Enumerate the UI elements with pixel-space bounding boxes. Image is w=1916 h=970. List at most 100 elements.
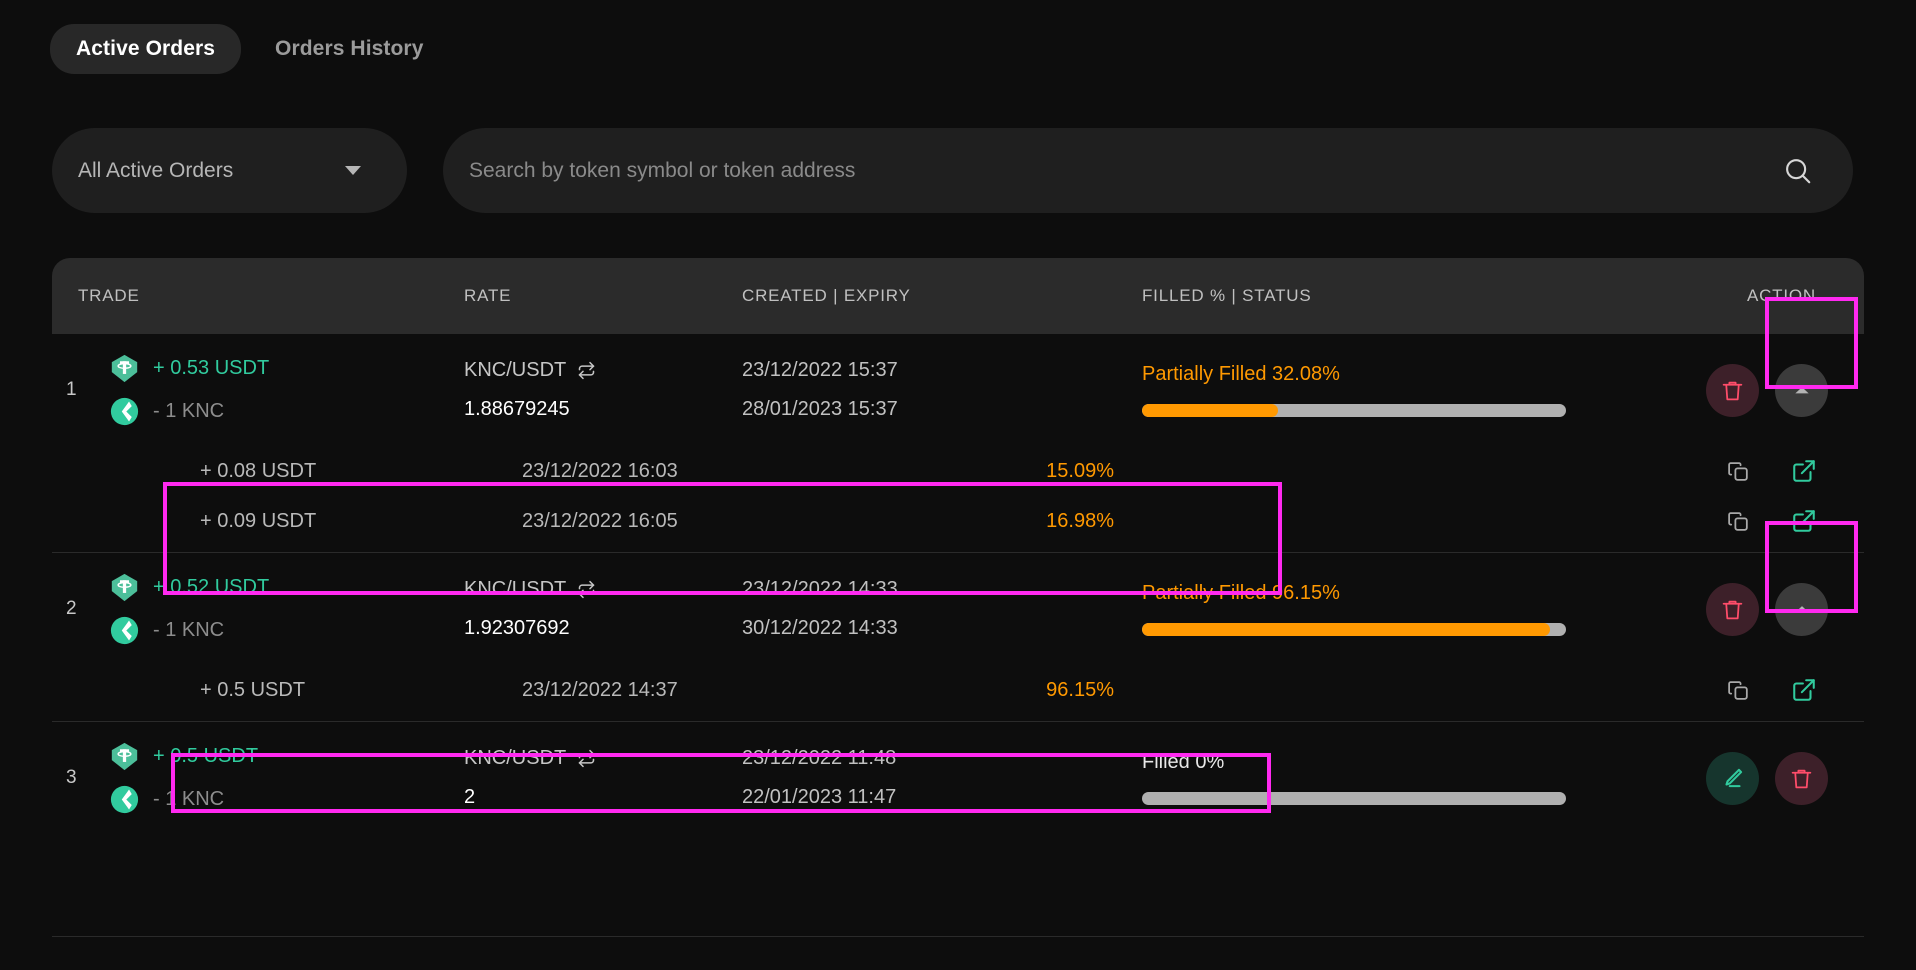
created-date: 23/12/2022 15:37	[742, 359, 898, 381]
trade-buy-amount: + 0.5 USDT	[153, 745, 259, 767]
collapse-button[interactable]	[1775, 363, 1828, 417]
order-status-filter[interactable]: All Active Orders	[52, 128, 407, 213]
trade-buy-line: + 0.52 USDT	[110, 573, 464, 602]
knc-token-icon	[110, 616, 139, 645]
trade-sell-amount: - 1 KNC	[153, 400, 225, 422]
delete-button[interactable]	[1706, 582, 1759, 636]
dates-cell: 23/12/2022 11:48 22/01/2023 11:47	[742, 747, 1142, 809]
external-link-button[interactable]	[1790, 507, 1818, 535]
tab-active-orders[interactable]: Active Orders	[50, 24, 242, 74]
table-row: 1 + 0.53 USDT - 1 KNC KNC/USDT 1.8867924…	[52, 334, 1864, 552]
order-summary-row: 3 + 0.5 USDT - 1 KNC KNC/USDT 2 23/12/20…	[52, 722, 1864, 834]
knc-token-icon	[110, 785, 139, 814]
fill-amount: + 0.08 USDT	[200, 459, 317, 482]
rate-pair-label: KNC/USDT	[464, 578, 567, 600]
trade-cell: + 0.5 USDT - 1 KNC	[52, 742, 464, 814]
trash-icon	[1722, 600, 1743, 619]
created-date: 23/12/2022 14:33	[742, 578, 898, 600]
swap-arrows-icon[interactable]	[576, 360, 597, 381]
progress-bar-track	[1142, 623, 1566, 636]
trash-icon	[1722, 381, 1743, 400]
tab-orders-history[interactable]: Orders History	[249, 24, 449, 74]
fill-actions	[1114, 676, 1864, 704]
table-row: 2 + 0.52 USDT - 1 KNC KNC/USDT 1.9230769…	[52, 552, 1864, 721]
delete-button[interactable]	[1775, 751, 1828, 805]
search-input[interactable]	[469, 158, 1783, 183]
delete-button[interactable]	[1706, 363, 1759, 417]
copy-button[interactable]	[1724, 507, 1752, 535]
swap-arrows-icon[interactable]	[576, 579, 597, 600]
progress-bar-fill	[1142, 404, 1279, 417]
order-index: 1	[66, 379, 77, 400]
rate-pair-label: KNC/USDT	[464, 359, 567, 381]
trade-sell-line: - 1 KNC	[110, 397, 464, 426]
order-summary-row: 1 + 0.53 USDT - 1 KNC KNC/USDT 1.8867924…	[52, 334, 1864, 446]
rate-cell: KNC/USDT 1.88679245	[464, 359, 742, 421]
rate-pair: KNC/USDT	[464, 359, 742, 382]
rate-pair: KNC/USDT	[464, 747, 742, 770]
column-header-rate: RATE	[464, 286, 512, 305]
status-cell: Partially Filled 96.15%	[1142, 582, 1572, 636]
fill-date: 23/12/2022 16:05	[522, 509, 678, 532]
usdt-token-icon	[111, 354, 138, 383]
created-date: 23/12/2022 11:48	[742, 747, 897, 769]
external-link-button[interactable]	[1790, 457, 1818, 485]
chevron-down-icon	[345, 166, 361, 175]
order-index: 3	[66, 767, 77, 788]
copy-icon	[1727, 511, 1748, 531]
list-item: + 0.08 USDT 23/12/2022 16:03 15.09%	[52, 446, 1864, 496]
trade-cell: + 0.53 USDT - 1 KNC	[52, 354, 464, 426]
external-link-icon	[1793, 679, 1815, 701]
expiry-date: 30/12/2022 14:33	[742, 617, 898, 639]
dates-cell: 23/12/2022 15:37 28/01/2023 15:37	[742, 359, 1142, 421]
action-cell	[1572, 363, 1864, 417]
active-orders-page: Active Orders Orders History All Active …	[0, 0, 1916, 970]
status-badge: Partially Filled 96.15%	[1142, 582, 1340, 604]
rate-value: 1.92307692	[464, 617, 570, 639]
copy-icon	[1727, 680, 1748, 700]
list-item: + 0.09 USDT 23/12/2022 16:05 16.98%	[52, 496, 1864, 546]
trade-sell-line: - 1 KNC	[110, 785, 464, 814]
search-container[interactable]	[443, 128, 1853, 213]
fill-date: 23/12/2022 14:37	[522, 678, 678, 701]
copy-button[interactable]	[1724, 676, 1752, 704]
trade-buy-line: + 0.5 USDT	[110, 742, 464, 771]
rate-pair: KNC/USDT	[464, 578, 742, 601]
search-icon[interactable]	[1783, 156, 1813, 186]
expiry-date: 22/01/2023 11:47	[742, 786, 897, 808]
column-header-trade: TRADE	[78, 286, 140, 305]
order-index: 2	[66, 598, 77, 619]
status-cell: Partially Filled 32.08%	[1142, 363, 1572, 417]
edit-button[interactable]	[1706, 751, 1759, 805]
collapse-button[interactable]	[1775, 582, 1828, 636]
status-badge: Partially Filled 32.08%	[1142, 363, 1340, 385]
table-bottom-divider	[52, 936, 1864, 937]
fill-amount: + 0.5 USDT	[200, 678, 306, 701]
action-cell	[1572, 751, 1864, 805]
knc-token-icon	[110, 397, 139, 426]
rate-cell: KNC/USDT 2	[464, 747, 742, 809]
copy-button[interactable]	[1724, 457, 1752, 485]
order-summary-row: 2 + 0.52 USDT - 1 KNC KNC/USDT 1.9230769…	[52, 553, 1864, 665]
trade-sell-line: - 1 KNC	[110, 616, 464, 645]
fill-date: 23/12/2022 16:03	[522, 459, 678, 482]
progress-bar-track	[1142, 792, 1566, 805]
tab-bar: Active Orders Orders History	[50, 24, 449, 74]
fill-percent: 15.09%	[1046, 459, 1114, 482]
progress-bar-fill	[1142, 623, 1550, 636]
external-link-button[interactable]	[1790, 676, 1818, 704]
order-status-filter-label: All Active Orders	[78, 158, 234, 182]
usdt-token-icon	[111, 742, 138, 771]
chevron-up-icon	[1794, 606, 1809, 613]
usdt-token-icon	[111, 573, 138, 602]
copy-icon	[1727, 461, 1748, 481]
trade-buy-line: + 0.53 USDT	[110, 354, 464, 383]
trade-sell-amount: - 1 KNC	[153, 619, 225, 641]
table-row: 3 + 0.5 USDT - 1 KNC KNC/USDT 2 23/12/20…	[52, 721, 1864, 834]
expiry-date: 28/01/2023 15:37	[742, 398, 898, 420]
fills-list: + 0.08 USDT 23/12/2022 16:03 15.09% + 0.…	[52, 446, 1864, 552]
orders-table: TRADE RATE CREATED | EXPIRY FILLED % | S…	[52, 258, 1864, 834]
fill-percent: 16.98%	[1046, 509, 1114, 532]
status-badge: Filled 0%	[1142, 751, 1225, 773]
swap-arrows-icon[interactable]	[576, 748, 597, 769]
